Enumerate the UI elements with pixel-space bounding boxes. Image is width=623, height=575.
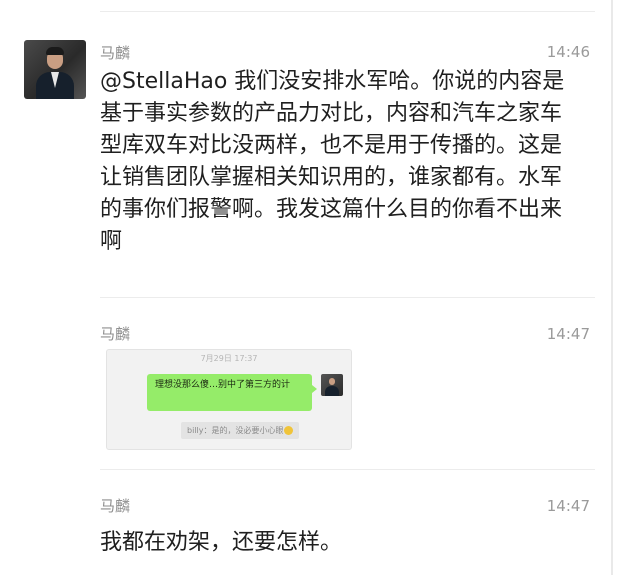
message-time: 14:46 [546, 43, 590, 61]
image-attachment[interactable]: 7月29日 17:37 理想没那么傻…别中了第三方的计 billy：是的，没必要… [106, 349, 352, 450]
message-divider [100, 469, 595, 470]
message-text: 我都在劝架，还要怎样。 [100, 530, 343, 555]
scrollbar-track[interactable] [611, 0, 613, 575]
top-divider [100, 11, 595, 12]
screenshot-chat-bubble: 理想没那么傻…别中了第三方的计 [147, 374, 317, 411]
screenshot-quote: billy：是的，没必要小心眼 [181, 422, 300, 439]
screenshot-bubble-text: 理想没那么傻…别中了第三方的计 [155, 380, 291, 390]
screenshot-quote-text: billy：是的，没必要小心眼 [187, 426, 284, 435]
screenshot-date: 7月29日 17:37 [200, 354, 258, 363]
sender-name[interactable]: 马麟 [100, 495, 130, 516]
message-time: 14:47 [546, 497, 590, 515]
grin-emoji-icon [284, 426, 294, 435]
screenshot-avatar [321, 374, 343, 396]
message-time: 14:47 [546, 325, 590, 343]
message-text: @StellaHao 我们没安排水军哈。你说的内容是基于事实参数的产品力对比，内… [100, 69, 565, 254]
sender-name[interactable]: 马麟 [100, 323, 130, 344]
message-divider [100, 297, 595, 298]
sender-name[interactable]: 马麟 [100, 42, 130, 63]
avatar[interactable] [24, 40, 86, 99]
